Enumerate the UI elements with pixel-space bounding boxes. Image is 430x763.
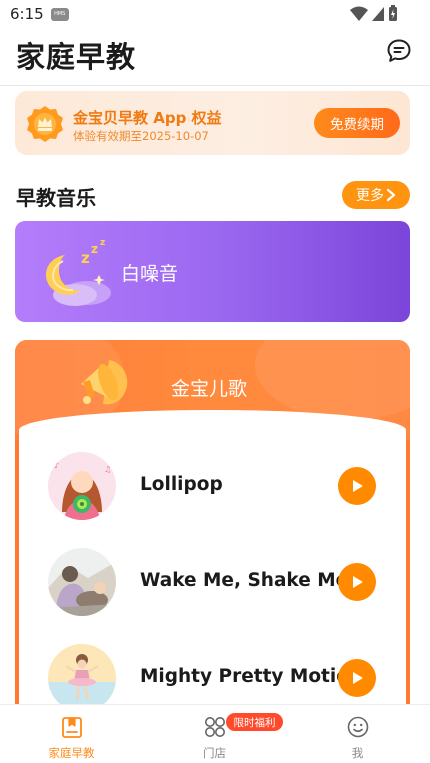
wifi-icon — [350, 6, 368, 21]
hms-badge: HMS — [50, 7, 69, 21]
girl-lollipop-illustration: ♪ ♫ — [48, 452, 116, 520]
play-icon — [353, 576, 363, 588]
vip-benefit-banner[interactable]: 金宝贝早教 App 权益 体验有效期至2025-10-07 免费续期 — [15, 91, 410, 155]
play-button[interactable] — [338, 659, 376, 697]
app-header: 家庭早教 — [0, 28, 430, 86]
song-title: Mighty Pretty Motion — [140, 666, 363, 687]
limited-offer-badge: 限时福利 — [226, 713, 283, 731]
bottom-tab-bar: 家庭早教 门店 我 — [0, 704, 430, 763]
song-cover-wake-me-shake-me — [48, 548, 116, 616]
vip-expiry-text: 体验有效期至2025-10-07 — [73, 129, 209, 143]
more-label: 更多 — [356, 188, 384, 204]
chevron-right-icon — [386, 188, 396, 202]
status-indicators — [350, 5, 398, 22]
white-noise-label: 白噪音 — [121, 263, 179, 285]
song-cover-mighty-pretty-motion — [48, 644, 116, 712]
ballerina-illustration — [48, 644, 116, 712]
battery-icon — [389, 5, 397, 21]
speaker-icon — [81, 360, 128, 405]
store-grid-icon — [204, 717, 225, 737]
chat-button[interactable] — [386, 38, 412, 64]
svg-text:z: z — [81, 249, 90, 267]
crown-badge-icon — [27, 106, 63, 142]
play-button[interactable] — [338, 563, 376, 601]
tab-label: 我 — [351, 746, 364, 760]
music-section-title: 早教音乐 — [16, 186, 96, 210]
tab-home-education[interactable]: 家庭早教 — [0, 705, 143, 763]
tab-me[interactable]: 我 — [286, 705, 429, 763]
song-title: Lollipop — [140, 474, 223, 495]
more-button[interactable]: 更多 — [342, 181, 410, 209]
page-title: 家庭早教 — [16, 40, 137, 74]
chat-bubble-icon — [387, 39, 411, 62]
white-noise-card[interactable]: z z z 白噪音 — [15, 221, 410, 322]
status-time: 6:15 — [10, 5, 44, 23]
home-book-icon — [61, 717, 82, 738]
play-button[interactable] — [338, 467, 376, 505]
sleeping-moon-icon: z z z — [45, 238, 111, 306]
parent-baby-illustration — [48, 548, 116, 616]
signal-icon — [372, 6, 384, 21]
song-row-lollipop[interactable]: ♪ ♫ Lollipop — [19, 452, 406, 522]
svg-text:z: z — [100, 238, 105, 248]
play-icon — [353, 672, 363, 684]
song-row-wake-me-shake-me[interactable]: Wake Me, Shake Me — [19, 548, 406, 618]
kids-songs-title: 金宝儿歌 — [171, 378, 248, 400]
song-title: Wake Me, Shake Me — [140, 570, 349, 591]
svg-text:z: z — [91, 242, 98, 256]
tab-label: 门店 — [203, 746, 226, 760]
header-decoration — [255, 340, 410, 420]
tab-label: 家庭早教 — [48, 746, 95, 760]
vip-title: 金宝贝早教 App 权益 — [73, 109, 222, 127]
free-renew-button[interactable]: 免费续期 — [314, 108, 400, 138]
kids-songs-card: 金宝儿歌 ♪ ♫ Lollipop Wake Me, Shake Me Migh… — [15, 340, 410, 763]
smile-face-icon — [347, 716, 368, 738]
svg-text:♪: ♪ — [54, 461, 59, 470]
status-bar: 6:15 HMS — [0, 0, 430, 28]
song-cover-lollipop: ♪ ♫ — [48, 452, 116, 520]
home-screen: 6:15 HMS 家庭早教 金宝贝早教 App 权益 体验有效期至2025-10… — [0, 0, 430, 763]
play-icon — [353, 480, 363, 492]
svg-text:♫: ♫ — [104, 465, 111, 474]
